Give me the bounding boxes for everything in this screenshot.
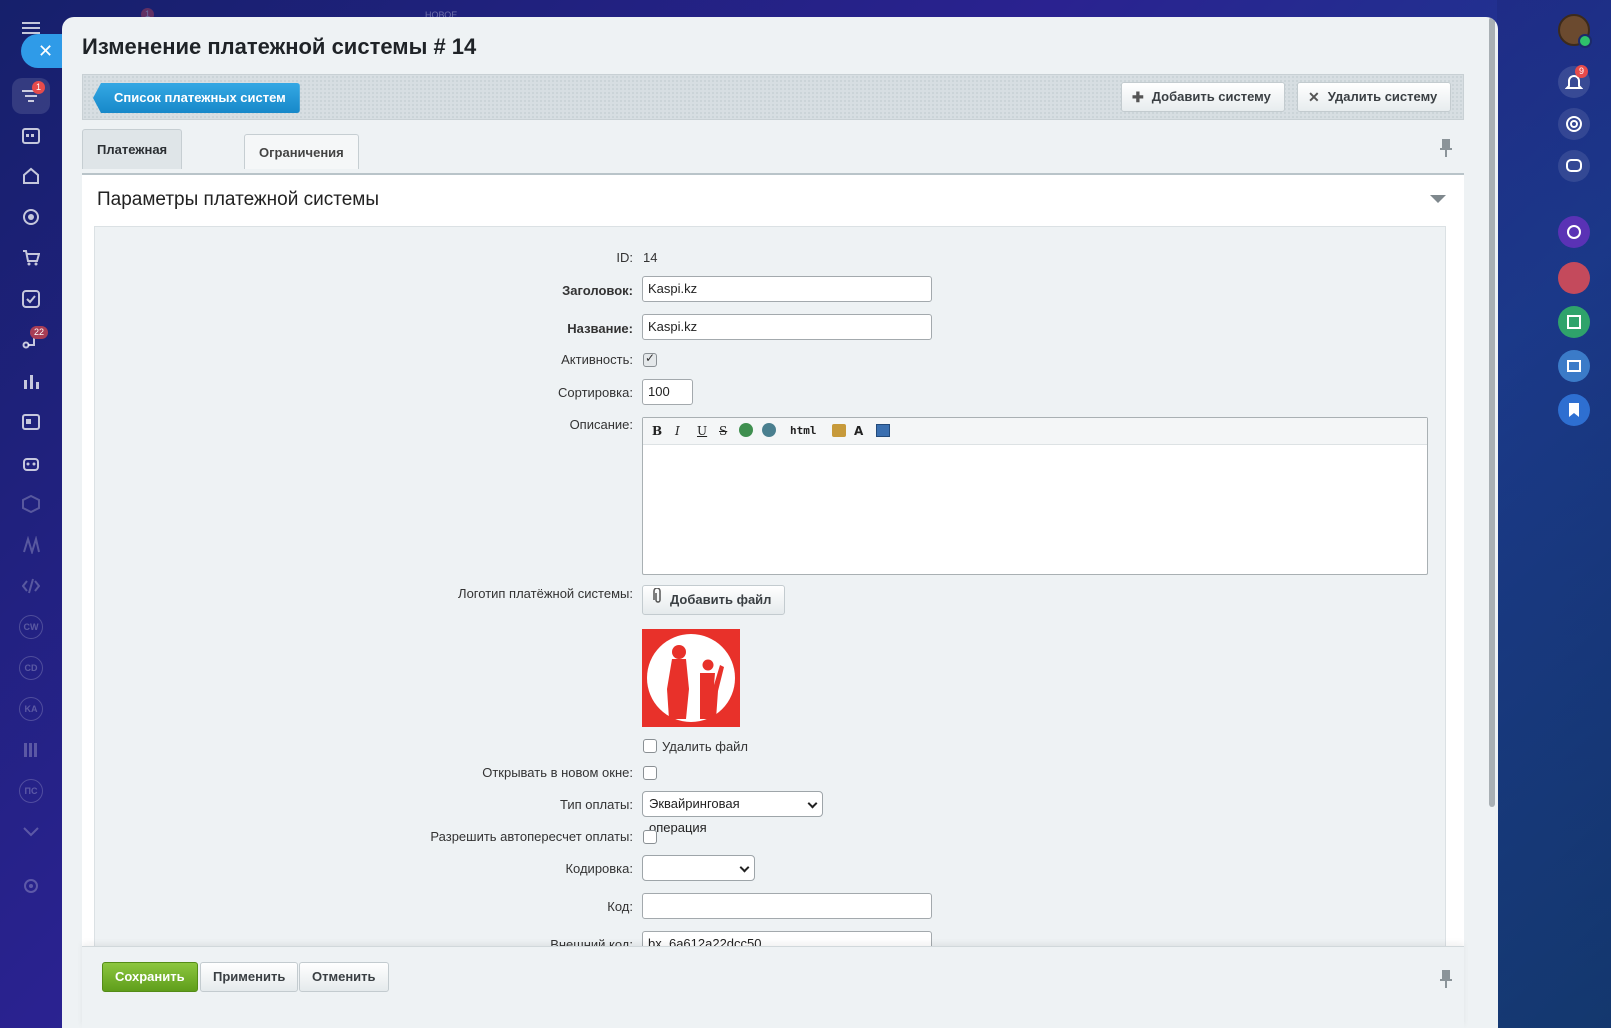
header-label: Заголовок: — [562, 283, 633, 298]
autorecalc-checkbox[interactable] — [643, 830, 657, 844]
editor-toolbar: B I U S html A — [643, 418, 1427, 445]
user-avatar-2[interactable] — [1558, 262, 1590, 294]
box-icon[interactable] — [19, 492, 43, 516]
copilot-icon[interactable] — [1558, 216, 1590, 248]
link-icon[interactable] — [739, 423, 753, 437]
unlink-icon[interactable] — [762, 423, 776, 437]
pay-type-select[interactable]: Эквайринговая операция — [642, 791, 823, 835]
delete-system-button[interactable]: ✕ Удалить систему — [1297, 82, 1452, 112]
analytics-icon[interactable] — [19, 369, 43, 393]
kaspi-logo-image — [642, 629, 740, 727]
pin-icon[interactable] — [1440, 139, 1452, 161]
robot-icon[interactable] — [19, 451, 43, 475]
bottom-action-bar: Сохранить Применить Отменить — [82, 946, 1464, 1028]
paste-icon[interactable] — [832, 424, 846, 437]
code-icon[interactable] — [19, 574, 43, 598]
right-sidebar — [1497, 0, 1611, 1028]
delete-system-label: Удалить систему — [1327, 89, 1438, 104]
save-button[interactable]: Сохранить — [102, 962, 198, 992]
sidebar-item-ps[interactable]: ПС — [19, 779, 43, 803]
right-bar-background — [1497, 0, 1611, 1028]
filter-badge: 1 — [32, 81, 46, 94]
online-status-icon — [1578, 34, 1592, 48]
sidebar-item-ka[interactable]: KA — [19, 697, 43, 721]
active-checkbox[interactable] — [643, 351, 657, 367]
sidebar-item-cw[interactable]: CW — [19, 615, 43, 639]
active-label: Активность: — [561, 352, 633, 367]
html-mode-button[interactable]: html — [790, 424, 817, 437]
italic-icon[interactable]: I — [675, 424, 680, 438]
bold-icon[interactable]: B — [652, 424, 662, 438]
cart-icon[interactable] — [19, 246, 43, 270]
encoding-label: Кодировка: — [565, 861, 633, 876]
form-area: ID: 14 Заголовок: Kaspi.kz Название: Kas… — [94, 226, 1446, 1028]
flows-badge: 22 — [30, 326, 49, 339]
new-window-checkbox[interactable] — [643, 766, 657, 780]
chat-icon[interactable] — [1558, 150, 1590, 182]
pay-type-label: Тип оплаты: — [560, 797, 633, 812]
apply-button[interactable]: Применить — [200, 962, 299, 992]
gear-icon[interactable] — [19, 874, 43, 898]
bookmark-icon[interactable] — [1558, 394, 1590, 426]
name-label: Название: — [567, 321, 633, 336]
sort-label: Сортировка: — [558, 385, 633, 400]
code-label: Код: — [607, 899, 633, 914]
add-system-button[interactable]: ✚ Добавить систему — [1121, 82, 1285, 112]
close-icon: ✕ — [38, 41, 54, 61]
underline-icon[interactable]: U — [697, 424, 707, 438]
avatar[interactable] — [1558, 14, 1592, 48]
new-window-label: Открывать в новом окне: — [482, 765, 633, 780]
slider-panel: Изменение платежной системы # 14 Список … — [62, 17, 1498, 1028]
page-title: Изменение платежной системы # 14 — [82, 34, 477, 59]
marketing-icon[interactable] — [19, 533, 43, 557]
tab-restrictions[interactable]: Ограничения — [244, 134, 359, 169]
image-icon[interactable] — [876, 424, 890, 437]
delete-file-label: Удалить файл — [662, 739, 749, 754]
task-check-icon[interactable] — [19, 287, 43, 311]
left-sidebar: 1 НОВОЕ ✕ 1 22 CW CD KA ПС — [0, 0, 457, 1028]
chevron-down-icon[interactable] — [19, 820, 43, 844]
autorecalc-label: Разрешить автопересчет оплаты: — [430, 829, 633, 844]
font-color-icon[interactable]: A — [854, 424, 863, 438]
add-file-button[interactable]: Добавить файл — [642, 585, 786, 615]
sort-input[interactable]: 100 — [642, 379, 693, 405]
store-icon[interactable] — [19, 164, 43, 188]
library-icon[interactable] — [19, 738, 43, 762]
blue-app-icon[interactable] — [1558, 350, 1590, 382]
sidebar-item-cd[interactable]: CD — [19, 656, 43, 680]
tab-content: Параметры платежной системы ID: 14 Загол… — [82, 173, 1464, 1028]
strikethrough-icon[interactable]: S — [719, 424, 727, 438]
target-icon[interactable] — [19, 205, 43, 229]
bottom-pin-icon[interactable] — [1440, 970, 1452, 992]
notifications-badge: 9 — [1575, 65, 1589, 78]
goal-icon[interactable] — [1558, 108, 1590, 140]
logo-label: Логотип платёжной системы: — [458, 586, 633, 601]
description-label: Описание: — [569, 417, 633, 432]
payment-systems-list-button[interactable]: Список платежных систем — [93, 83, 300, 113]
tab-payment-system[interactable]: Платежная система — [82, 129, 183, 197]
plus-icon: ✚ — [1132, 89, 1144, 105]
section-title: Параметры платежной системы — [97, 189, 379, 210]
id-value: 14 — [643, 250, 658, 265]
cancel-button[interactable]: Отменить — [299, 962, 389, 992]
name-input[interactable]: Kaspi.kz — [642, 314, 932, 340]
delete-file-checkbox[interactable] — [643, 739, 657, 753]
context-toolbar: Список платежных систем ✚ Добавить систе… — [82, 74, 1464, 120]
pay-type-value: Эквайринговая операция — [649, 796, 740, 835]
paperclip-icon — [653, 586, 663, 614]
green-app-icon[interactable] — [1558, 306, 1590, 338]
description-editor[interactable]: B I U S html A — [642, 417, 1428, 575]
close-icon: ✕ — [1308, 89, 1320, 105]
encoding-select[interactable] — [642, 855, 755, 881]
collapse-arrow-icon[interactable] — [1430, 195, 1446, 203]
header-input[interactable]: Kaspi.kz — [642, 276, 932, 302]
contacts-icon[interactable] — [19, 410, 43, 434]
scrollbar-thumb[interactable] — [1489, 17, 1495, 807]
code-input[interactable] — [642, 893, 932, 919]
add-system-label: Добавить систему — [1151, 89, 1271, 104]
add-file-label: Добавить файл — [670, 592, 772, 607]
calendar-icon[interactable] — [19, 123, 43, 147]
id-label: ID: — [616, 250, 633, 265]
